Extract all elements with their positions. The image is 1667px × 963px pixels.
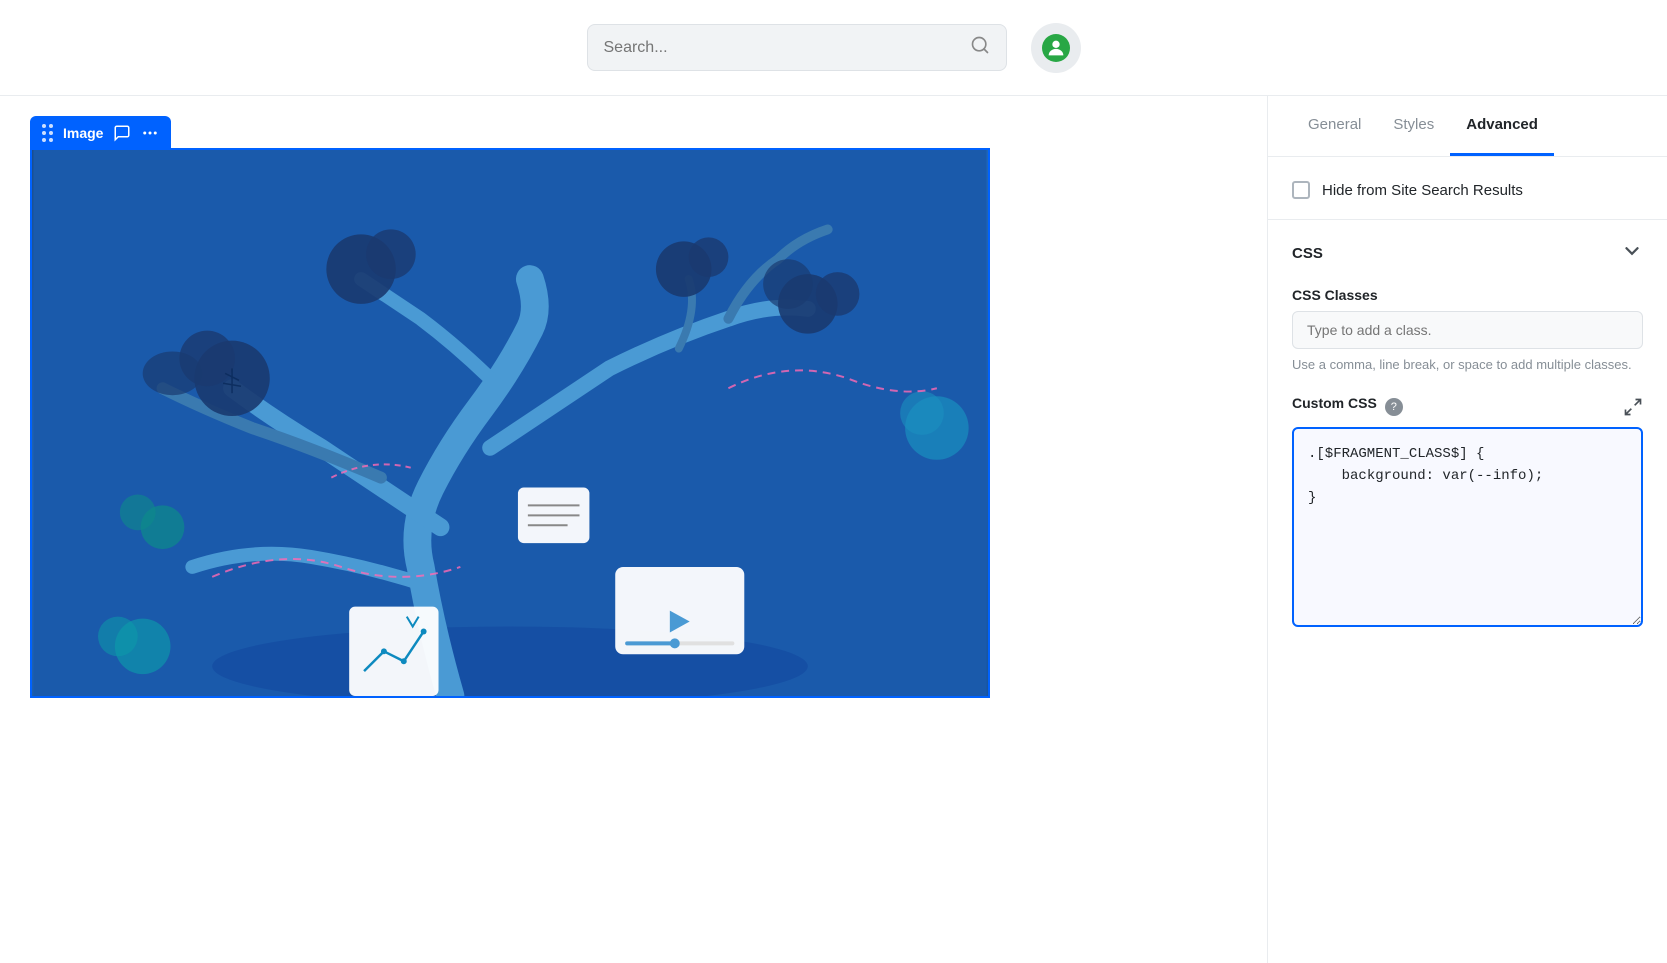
header <box>0 0 1667 96</box>
drag-handle[interactable] <box>42 124 53 142</box>
search-input[interactable] <box>604 39 960 57</box>
hide-from-search-row: Hide from Site Search Results <box>1292 181 1643 199</box>
css-classes-helper: Use a comma, line break, or space to add… <box>1292 355 1643 375</box>
expand-icon[interactable] <box>1623 397 1643 417</box>
comment-button[interactable] <box>113 124 131 142</box>
avatar-icon <box>1042 34 1070 62</box>
custom-css-editor[interactable]: .[$FRAGMENT_CLASS$] { background: var(--… <box>1292 427 1643 627</box>
chevron-down-icon <box>1621 240 1643 267</box>
more-options-button[interactable] <box>141 124 159 142</box>
custom-css-section: Custom CSS ? .[$FRAGMENT <box>1292 395 1643 632</box>
image-widget[interactable]: </> <box>30 148 990 698</box>
panel-content: Hide from Site Search Results CSS CSS Cl… <box>1268 157 1667 656</box>
tab-general[interactable]: General <box>1292 96 1377 156</box>
search-container <box>587 24 1007 71</box>
widget-label: Image <box>63 125 103 141</box>
custom-css-label: Custom CSS <box>1292 395 1377 411</box>
canvas-area: Image <box>0 96 1267 963</box>
main-layout: Image <box>0 96 1667 963</box>
custom-css-label-row: Custom CSS ? <box>1292 395 1403 419</box>
css-section-header[interactable]: CSS <box>1292 240 1643 267</box>
right-panel: General Styles Advanced Hide from Site S… <box>1267 96 1667 963</box>
custom-css-header: Custom CSS ? <box>1292 395 1643 419</box>
tab-advanced[interactable]: Advanced <box>1450 96 1554 156</box>
avatar[interactable] <box>1031 23 1081 73</box>
hide-from-search-label: Hide from Site Search Results <box>1322 182 1523 199</box>
image-illustration: </> <box>32 150 988 696</box>
css-classes-input[interactable] <box>1292 311 1643 349</box>
css-section-title: CSS <box>1292 245 1323 262</box>
panel-tabs: General Styles Advanced <box>1268 96 1667 157</box>
tab-styles[interactable]: Styles <box>1377 96 1450 156</box>
css-classes-section: CSS Classes Use a comma, line break, or … <box>1292 287 1643 375</box>
hide-from-search-checkbox[interactable] <box>1292 181 1310 199</box>
css-classes-label: CSS Classes <box>1292 287 1643 303</box>
search-icon <box>970 35 990 60</box>
divider-1 <box>1268 219 1667 220</box>
help-icon[interactable]: ? <box>1385 398 1403 416</box>
widget-toolbar: Image <box>30 116 171 150</box>
